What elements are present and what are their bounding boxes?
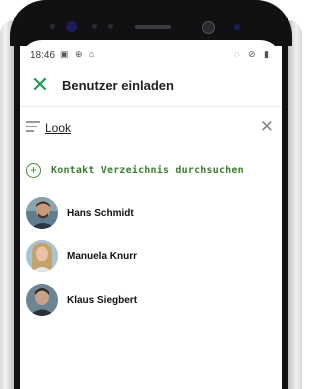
search-directory-button[interactable]: + Kontakt Verzeichnis durchsuchen bbox=[26, 163, 276, 181]
system-status-icons: ◌ ⊘ ▮ bbox=[234, 49, 272, 59]
contact-name: Hans Schmidt bbox=[67, 208, 134, 219]
search-directory-label: Kontakt Verzeichnis durchsuchen bbox=[51, 165, 244, 176]
device-frame: 18:46 ▣ ⊕ ⌂ ◌ ⊘ ▮ ✕ Benutzer einladen Lo… bbox=[0, 0, 302, 389]
contact-name: Manuela Knurr bbox=[67, 251, 138, 262]
plus-circle-icon: + bbox=[26, 163, 41, 178]
clear-search-icon[interactable]: ✕ bbox=[260, 118, 274, 135]
sensor-icon bbox=[234, 24, 240, 30]
search-row: Look ✕ bbox=[20, 114, 282, 144]
list-item[interactable]: Klaus Siegbert bbox=[26, 284, 276, 318]
screen: 18:46 ▣ ⊕ ⌂ ◌ ⊘ ▮ ✕ Benutzer einladen Lo… bbox=[20, 40, 282, 389]
filter-icon[interactable] bbox=[26, 121, 40, 133]
iris-scanner-icon bbox=[202, 21, 215, 34]
list-item[interactable]: Hans Schmidt bbox=[26, 197, 276, 231]
front-camera-icon bbox=[66, 21, 77, 32]
page-title: Benutzer einladen bbox=[62, 78, 174, 93]
status-time: 18:46 bbox=[30, 50, 56, 61]
search-input[interactable]: Look bbox=[45, 121, 71, 135]
sensor-icon bbox=[92, 24, 97, 29]
avatar bbox=[26, 284, 58, 316]
device-bezel-right bbox=[282, 18, 288, 389]
sensor-icon bbox=[108, 24, 113, 29]
avatar bbox=[26, 197, 58, 229]
avatar bbox=[26, 240, 58, 272]
device-frame-right bbox=[288, 20, 302, 389]
device-frame-left bbox=[0, 20, 14, 389]
notification-icons: ▣ ⊕ ⌂ bbox=[60, 49, 97, 59]
list-item[interactable]: Manuela Knurr bbox=[26, 240, 276, 274]
earpiece-speaker bbox=[135, 25, 171, 29]
sensor-icon bbox=[50, 24, 55, 29]
close-icon[interactable]: ✕ bbox=[30, 74, 50, 96]
status-bar: 18:46 ▣ ⊕ ⌂ ◌ ⊘ ▮ bbox=[20, 40, 282, 66]
app-bar: ✕ Benutzer einladen bbox=[20, 66, 282, 107]
contact-name: Klaus Siegbert bbox=[67, 295, 138, 306]
